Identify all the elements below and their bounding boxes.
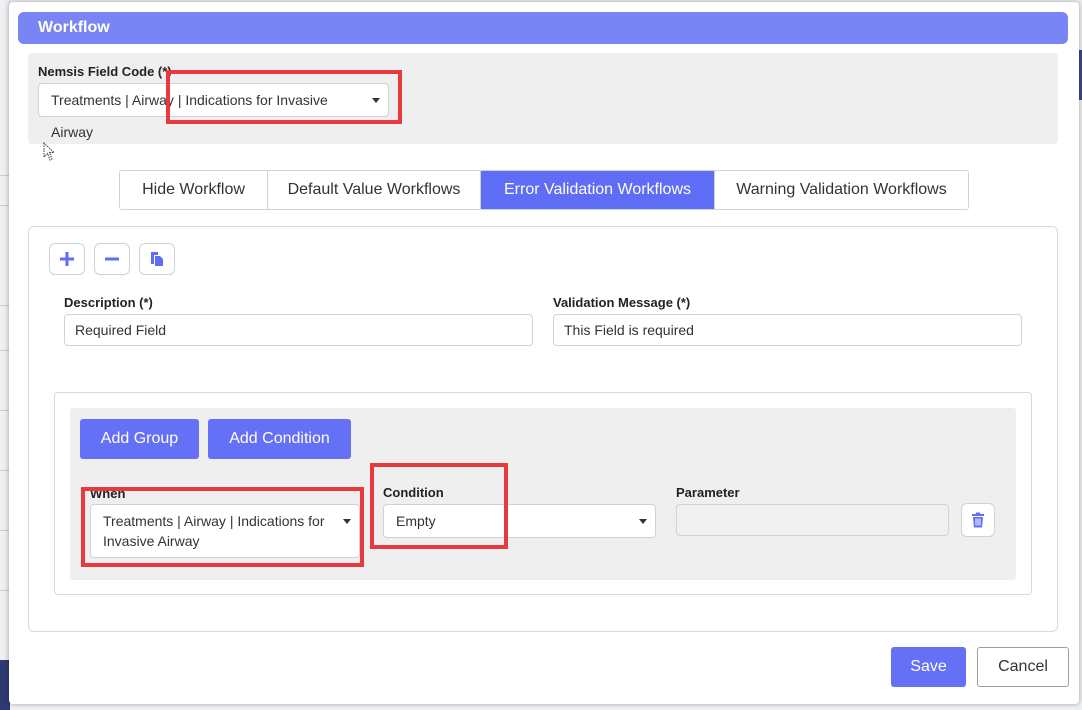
highlight-box-when: [81, 487, 364, 567]
modal-title: Workflow: [18, 12, 1068, 44]
nemsis-field-label: Nemsis Field Code (*): [38, 64, 172, 79]
description-label: Description (*): [64, 295, 153, 310]
tab-warning-validation-workflows[interactable]: Warning Validation Workflows: [715, 171, 968, 209]
tab-default-value-workflows[interactable]: Default Value Workflows: [268, 171, 481, 209]
validation-message-input[interactable]: This Field is required: [553, 314, 1022, 346]
add-workflow-button[interactable]: [49, 243, 85, 275]
delete-condition-button[interactable]: [961, 503, 995, 537]
tab-hide-workflow[interactable]: Hide Workflow: [120, 171, 268, 209]
save-button[interactable]: Save: [891, 647, 966, 687]
description-input[interactable]: Required Field: [64, 314, 533, 346]
chevron-down-icon: [639, 519, 647, 524]
copy-icon: [151, 252, 163, 266]
add-group-button[interactable]: Add Group: [80, 419, 199, 459]
remove-workflow-button[interactable]: [94, 243, 130, 275]
workflow-tabs: Hide Workflow Default Value Workflows Er…: [119, 170, 969, 210]
add-condition-button[interactable]: Add Condition: [208, 419, 351, 459]
mouse-cursor-icon: [43, 141, 57, 167]
parameter-input[interactable]: [676, 504, 949, 536]
tab-error-validation-workflows[interactable]: Error Validation Workflows: [481, 171, 715, 209]
minus-icon: [105, 257, 119, 261]
highlight-box-condition: [370, 463, 508, 549]
cancel-button[interactable]: Cancel: [977, 647, 1069, 687]
copy-workflow-button[interactable]: [139, 243, 175, 275]
workflow-modal: Workflow Nemsis Field Code (*) Treatment…: [9, 2, 1079, 704]
parameter-label: Parameter: [676, 485, 740, 500]
trash-icon: [972, 512, 984, 528]
highlight-box-nemsis: [166, 70, 402, 124]
validation-message-label: Validation Message (*): [553, 295, 691, 310]
plus-icon: [60, 252, 74, 266]
